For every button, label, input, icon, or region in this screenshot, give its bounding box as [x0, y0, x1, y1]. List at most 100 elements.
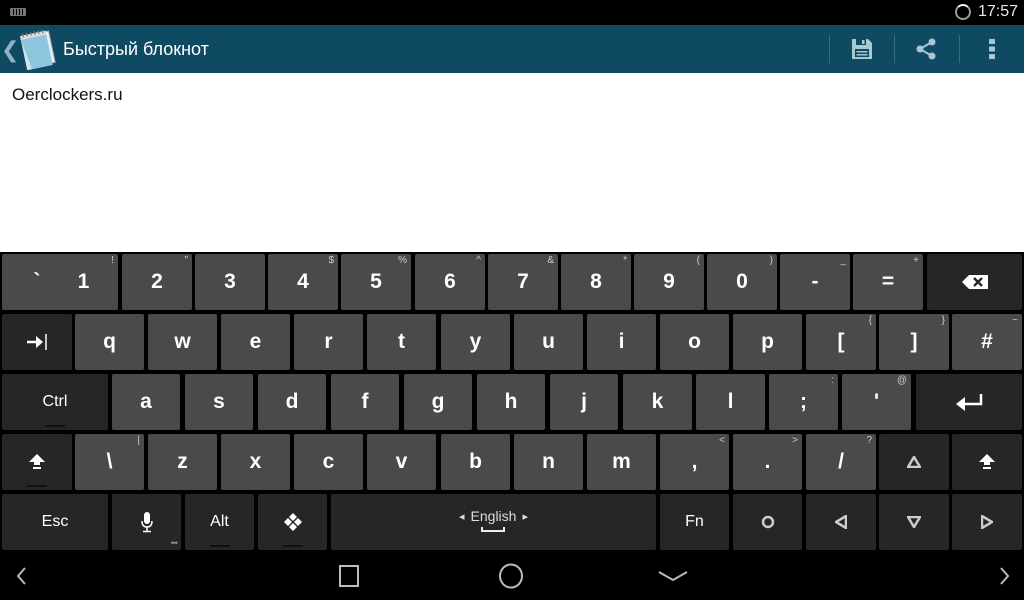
share-button[interactable] [896, 25, 956, 73]
save-button[interactable] [832, 25, 892, 73]
key-label: 7 [517, 270, 529, 293]
key-label: b [469, 450, 482, 473]
key-char-9[interactable]: 9( [634, 254, 704, 310]
key-char-u39[interactable]: ' @ [842, 374, 911, 430]
key-label: e [249, 330, 262, 353]
shift-icon [28, 453, 46, 471]
sync-spinner-icon [955, 4, 971, 20]
key-label: z [177, 450, 188, 473]
key-char-i[interactable]: i [587, 314, 656, 370]
key-char-m[interactable]: m [587, 434, 656, 490]
key-tab[interactable] [2, 314, 72, 370]
key-char-5[interactable]: 5% [341, 254, 411, 310]
key-arrow-down[interactable] [879, 494, 949, 550]
key-esc[interactable]: Esc [2, 494, 108, 550]
navigation-bar [0, 552, 1024, 600]
key-space[interactable]: ◂ English ▸ [331, 494, 656, 550]
notepad-icon[interactable] [14, 28, 58, 71]
key-alt[interactable]: Alt [185, 494, 254, 550]
more-options-icon: ••• [170, 538, 179, 548]
key-char-d[interactable]: d [258, 374, 326, 430]
key-char-a[interactable]: a [112, 374, 180, 430]
key-char-s[interactable]: s [185, 374, 253, 430]
key-char--[interactable]: - _ [780, 254, 850, 310]
key-char-w[interactable]: w [148, 314, 217, 370]
key-meta[interactable] [258, 494, 327, 550]
key-backspace[interactable] [927, 254, 1022, 310]
key-char-7[interactable]: 7 & [488, 254, 558, 310]
overflow-menu-button[interactable] [962, 25, 1022, 73]
key-char-e[interactable]: e [221, 314, 290, 370]
key-char-f[interactable]: f [331, 374, 399, 430]
key-char-g[interactable]: g [404, 374, 472, 430]
key-fn[interactable]: Fn [660, 494, 729, 550]
key-label: f [361, 390, 369, 413]
key-char-0[interactable]: 0) [707, 254, 777, 310]
key-char-z[interactable]: z [148, 434, 217, 490]
key-hint: @ [896, 375, 907, 386]
nav-recents-button[interactable] [334, 562, 364, 590]
key-char-6[interactable]: 6 ^ [415, 254, 485, 310]
key-char-j[interactable]: j [550, 374, 618, 430]
key-char-y[interactable]: y [441, 314, 510, 370]
key-char-x[interactable]: x [221, 434, 290, 490]
key-char-8[interactable]: 8 * [561, 254, 631, 310]
note-editor[interactable]: Oerclockers.ru [0, 73, 1024, 252]
key-char-1[interactable]: 1! [49, 254, 118, 310]
key-char-h[interactable]: h [477, 374, 545, 430]
key-char-u35[interactable]: # ~ [952, 314, 1022, 370]
key-arrow-right[interactable] [952, 494, 1022, 550]
key-char-r[interactable]: r [294, 314, 363, 370]
key-label: . [764, 450, 771, 473]
key-char-u61[interactable]: = + [853, 254, 923, 310]
key-hint: > [792, 435, 798, 446]
nav-home-button[interactable] [496, 562, 526, 590]
key-label: ] [910, 330, 918, 353]
key-char-u46[interactable]: . > [733, 434, 802, 490]
key-char-3[interactable]: 3 [195, 254, 265, 310]
key-char-v[interactable]: v [367, 434, 436, 490]
key-label: 9 [663, 270, 675, 293]
key-char-l[interactable]: l [696, 374, 765, 430]
key-shift-left[interactable] [2, 434, 72, 490]
key-char-k[interactable]: k [623, 374, 692, 430]
modifier-indicator [209, 545, 230, 547]
key-shift-right[interactable] [952, 434, 1022, 490]
key-char-u47[interactable]: /? [806, 434, 876, 490]
key-char-u[interactable]: u [514, 314, 583, 370]
nav-hide-keyboard-button[interactable] [656, 562, 690, 590]
key-char-n[interactable]: n [514, 434, 583, 490]
nav-prev-button[interactable] [10, 562, 32, 590]
key-char-u93[interactable]: ]} [879, 314, 949, 370]
key-char-o[interactable]: o [660, 314, 729, 370]
key-char-q[interactable]: q [75, 314, 144, 370]
key-hint: * [623, 255, 627, 266]
key-char-u92[interactable]: \ | [75, 434, 144, 490]
key-char-b[interactable]: b [441, 434, 510, 490]
circle-icon [761, 515, 775, 529]
nav-next-button[interactable] [994, 562, 1016, 590]
key-voice[interactable]: ••• [112, 494, 181, 550]
key-char-2[interactable]: 2 " [122, 254, 192, 310]
key-char-u91[interactable]: [{ [806, 314, 876, 370]
key-home[interactable] [733, 494, 802, 550]
key-label: [ [837, 330, 845, 353]
key-char-u59[interactable]: ;: [769, 374, 838, 430]
key-hint: { [868, 315, 872, 326]
key-char-4[interactable]: 4 $ [268, 254, 338, 310]
key-char-t[interactable]: t [367, 314, 436, 370]
key-char-c[interactable]: c [294, 434, 363, 490]
key-arrow-left[interactable] [806, 494, 876, 550]
key-char-p[interactable]: p [733, 314, 802, 370]
key-label: Ctrl [42, 393, 68, 410]
action-bar: ❮ Быстрый блокнот [0, 25, 1024, 73]
key-char-u44[interactable]: , < [660, 434, 729, 490]
key-arrow-up[interactable] [879, 434, 949, 490]
note-text[interactable]: Oerclockers.ru [12, 85, 123, 105]
key-label: 6 [444, 270, 456, 293]
chevron-right-icon [1000, 567, 1010, 585]
key-ctrl[interactable]: Ctrl [2, 374, 108, 430]
key-enter[interactable] [916, 374, 1022, 430]
key-label: Alt [210, 513, 229, 530]
key-hint: & [547, 255, 554, 266]
